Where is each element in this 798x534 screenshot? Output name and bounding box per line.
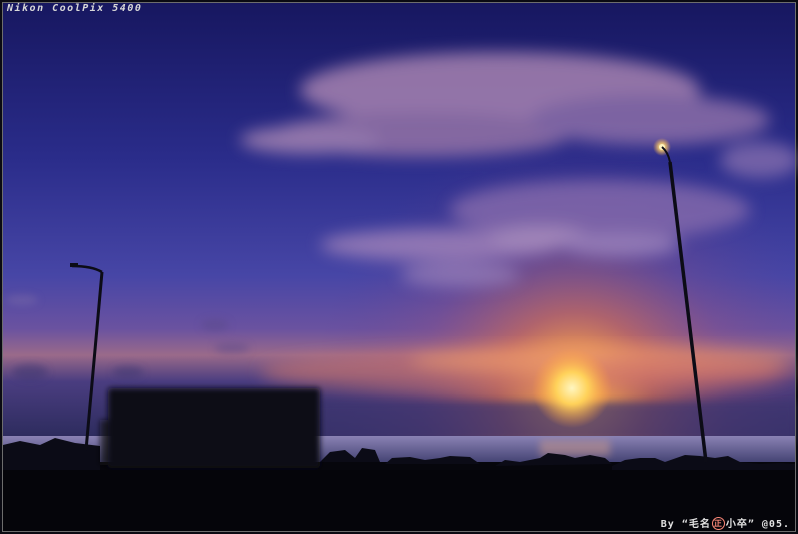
author-credit: By “毛名正小卒” @05. (660, 515, 790, 530)
sunset-scene (3, 3, 798, 531)
credit-suffix: 小卒” @05. (725, 518, 790, 530)
camera-watermark: Nikon CoolPix 5400 (7, 3, 143, 14)
credit-prefix: By “毛名 (660, 518, 711, 530)
photo-frame: Nikon CoolPix 5400 By “毛名正小卒” @05. (0, 0, 798, 534)
setting-sun (532, 348, 612, 428)
seal-icon: 正 (711, 517, 725, 530)
truck-silhouette (100, 388, 320, 468)
